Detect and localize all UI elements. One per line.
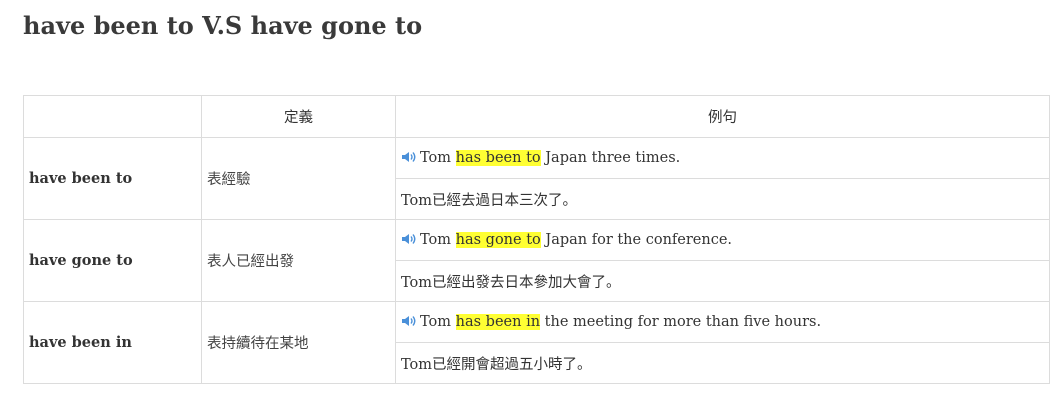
page-title: have been to V.S have gone to (23, 11, 423, 40)
definition-cell: 表經驗 (201, 137, 396, 220)
translation-cell: Tom已經開會超過五小時了。 (395, 342, 1050, 384)
term-cell: have gone to (23, 219, 202, 302)
translation-cell: Tom已經去過日本三次了。 (395, 178, 1050, 220)
term-cell: have been in (23, 301, 202, 384)
term-cell: have been to (23, 137, 202, 220)
speaker-icon[interactable] (401, 233, 417, 245)
example-text-post: Japan three times. (540, 150, 681, 166)
definition-cell: 表持續待在某地 (201, 301, 396, 384)
example-text-pre: Tom (420, 232, 456, 248)
translation-cell: Tom已經出發去日本參加大會了。 (395, 260, 1050, 302)
example-text-pre: Tom (420, 150, 456, 166)
grammar-comparison-table: 定義 例句 have been to 表經驗 Tom has been to J… (23, 95, 1050, 384)
header-definition: 定義 (201, 95, 396, 138)
header-example: 例句 (395, 95, 1050, 138)
example-text-pre: Tom (420, 314, 456, 330)
example-text-post: Japan for the conference. (540, 232, 733, 248)
example-highlight: has been to (455, 150, 541, 166)
table-row: have been in 表持續待在某地 Tom has been in the… (23, 301, 1050, 384)
example-cell: Tom has been in the meeting for more tha… (395, 301, 1050, 343)
example-highlight: has been in (455, 314, 541, 330)
example-text-post: the meeting for more than five hours. (540, 314, 822, 330)
example-cell: Tom has been to Japan three times. (395, 137, 1050, 179)
example-cell: Tom has gone to Japan for the conference… (395, 219, 1050, 261)
example-highlight: has gone to (455, 232, 541, 248)
table-row: have gone to 表人已經出發 Tom has gone to Japa… (23, 219, 1050, 302)
table-row: have been to 表經驗 Tom has been to Japan t… (23, 137, 1050, 220)
definition-cell: 表人已經出發 (201, 219, 396, 302)
header-term (23, 95, 202, 138)
speaker-icon[interactable] (401, 151, 417, 163)
table-header-row: 定義 例句 (23, 95, 1050, 138)
speaker-icon[interactable] (401, 315, 417, 327)
